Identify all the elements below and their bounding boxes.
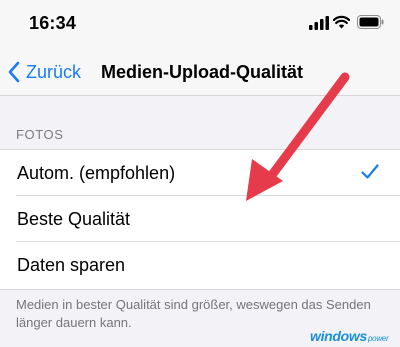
status-time: 16:34: [29, 13, 77, 33]
watermark-logo: windowspower: [310, 328, 389, 344]
option-beste-qualitaet[interactable]: Beste Qualität: [0, 196, 400, 242]
page-title: Medien-Upload-Qualität: [101, 62, 303, 82]
option-label: Daten sparen: [17, 255, 126, 275]
checkmark-icon: [361, 164, 379, 179]
chevron-left-icon: [8, 61, 20, 83]
option-autom-empfohlen[interactable]: Autom. (empfohlen): [0, 150, 400, 196]
option-daten-sparen[interactable]: Daten sparen: [0, 242, 400, 289]
back-button[interactable]: Zurück: [8, 57, 81, 87]
status-bar: 16:34: [0, 0, 400, 50]
battery-icon: [357, 15, 384, 29]
options-group: Autom. (empfohlen) Beste Qualität Daten …: [0, 149, 400, 290]
option-label: Beste Qualität: [17, 209, 131, 229]
wifi-icon: [333, 15, 350, 29]
option-label: Autom. (empfohlen): [17, 163, 176, 183]
footer-note: Medien in bester Qualität sind größer, w…: [16, 297, 371, 330]
cellular-signal-icon: [309, 16, 329, 30]
back-button-label: Zurück: [26, 61, 82, 82]
navigation-bar: Zurück Medien-Upload-Qualität: [0, 50, 400, 96]
section-header-fotos: FOTOS: [16, 127, 64, 142]
